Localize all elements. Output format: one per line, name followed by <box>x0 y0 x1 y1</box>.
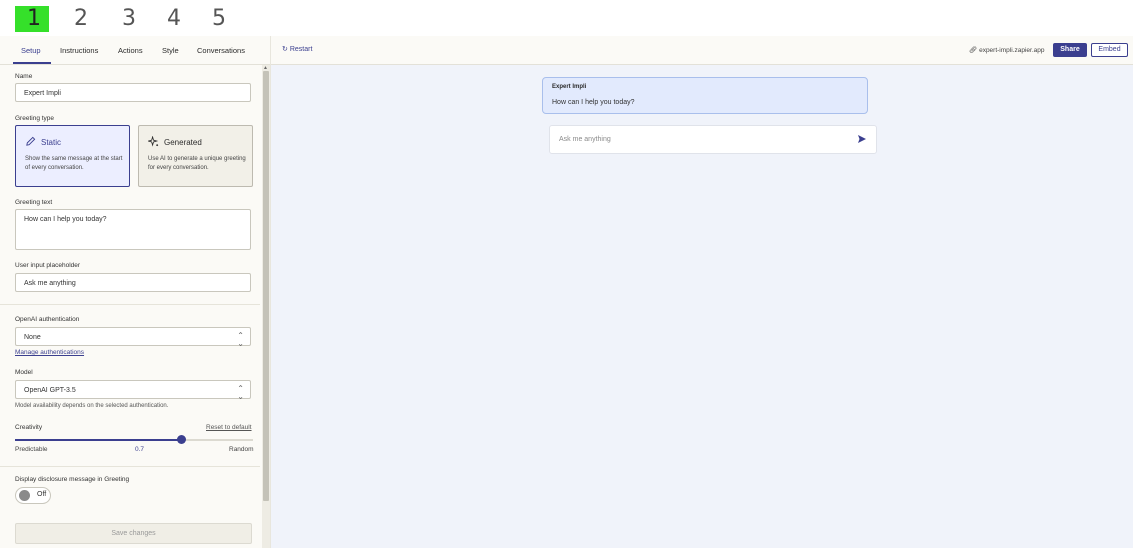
greeting-type-label: Greeting type <box>15 115 55 122</box>
share-button[interactable]: Share <box>1053 43 1087 57</box>
greeting-text-label: Greeting text <box>15 199 53 206</box>
pencil-icon <box>26 136 36 146</box>
model-hint: Model availability depends on the select… <box>15 403 169 409</box>
step-4[interactable]: 4 <box>167 6 181 32</box>
restart-button[interactable]: ↻ Restart <box>282 45 312 53</box>
static-card-title: Static <box>25 136 61 147</box>
greeting-text-area[interactable]: How can I help you today? <box>15 209 251 250</box>
disclosure-toggle[interactable]: Off <box>15 487 51 504</box>
tab-conversations[interactable]: Conversations <box>197 46 245 55</box>
tab-style[interactable]: Style <box>162 46 179 55</box>
disclosure-label: Display disclosure message in Greeting <box>15 476 130 483</box>
section-divider <box>0 304 260 305</box>
auth-select-value: None <box>24 334 41 341</box>
select-arrows-icon: ⌃ ⌄ <box>237 384 244 401</box>
creativity-max-label: Random <box>229 446 254 453</box>
step-2[interactable]: 2 <box>74 6 88 32</box>
preview-pane: ↻ Restart 🔗︎ expert-impli.zapier.app Sha… <box>271 36 1133 548</box>
chat-input[interactable]: Ask me anything <box>549 125 877 154</box>
chat-input-placeholder: Ask me anything <box>559 136 611 143</box>
creativity-value: 0.7 <box>135 446 145 453</box>
model-select[interactable]: OpenAI GPT-3.5 ⌃ ⌄ <box>15 380 251 401</box>
generated-title: Generated <box>164 138 202 147</box>
auth-select[interactable]: None ⌃ ⌄ <box>15 327 251 348</box>
share-url[interactable]: 🔗︎ expert-impli.zapier.app <box>969 46 1044 54</box>
settings-panel: Setup Instructions Actions Style Convers… <box>0 36 271 548</box>
share-url-text: expert-impli.zapier.app <box>979 47 1045 54</box>
model-select-value: OpenAI GPT-3.5 <box>24 387 76 394</box>
save-changes-button[interactable]: Save changes <box>15 523 252 544</box>
toggle-label: Off <box>37 491 47 498</box>
scrollbar[interactable]: ▲ <box>262 65 270 548</box>
step-3[interactable]: 3 <box>122 6 136 32</box>
active-tab-indicator <box>13 62 51 64</box>
auth-label: OpenAI authentication <box>15 316 80 323</box>
step-indicator: 1 2 3 4 5 <box>0 0 1133 36</box>
link-icon: 🔗︎ <box>969 47 978 54</box>
name-input[interactable]: Expert Impli <box>15 83 251 102</box>
restart-icon: ↻ <box>282 46 288 53</box>
static-card-desc: Show the same message at the start of ev… <box>25 156 123 171</box>
bot-name: Expert Impli <box>552 84 587 90</box>
greeting-message: How can I help you today? <box>552 99 635 106</box>
manage-auth-link[interactable]: Manage authentications <box>15 349 84 356</box>
tab-instructions[interactable]: Instructions <box>60 46 98 55</box>
placeholder-input[interactable]: Ask me anything <box>15 273 251 292</box>
sparkle-icon <box>148 136 159 147</box>
placeholder-label: User input placeholder <box>15 262 81 269</box>
settings-tabs: Setup Instructions Actions Style Convers… <box>0 36 270 65</box>
select-arrows-icon: ⌃ ⌄ <box>237 331 244 348</box>
step-5[interactable]: 5 <box>212 6 226 32</box>
send-icon[interactable] <box>857 134 867 144</box>
toggle-knob <box>19 490 30 501</box>
generated-card-desc: Use AI to generate a unique greeting for… <box>148 156 246 171</box>
greeting-static-card[interactable]: Static Show the same message at the star… <box>15 125 130 187</box>
generated-card-title: Generated <box>148 136 202 147</box>
static-title: Static <box>41 138 62 147</box>
tab-setup[interactable]: Setup <box>21 46 41 55</box>
scroll-thumb[interactable] <box>263 71 269 501</box>
creativity-min-label: Predictable <box>15 446 48 453</box>
name-label: Name <box>15 73 33 80</box>
creativity-label: Creativity <box>15 424 43 431</box>
tab-actions[interactable]: Actions <box>118 46 143 55</box>
greeting-generated-card[interactable]: Generated Use AI to generate a unique gr… <box>138 125 253 187</box>
reset-default-link[interactable]: Reset to default <box>206 424 252 431</box>
restart-label: Restart <box>289 46 313 53</box>
step-1[interactable]: 1 <box>15 6 49 32</box>
model-label: Model <box>15 369 33 376</box>
embed-button[interactable]: Embed <box>1091 43 1128 57</box>
preview-toolbar: ↻ Restart 🔗︎ expert-impli.zapier.app Sha… <box>271 36 1133 65</box>
bot-greeting-bubble: Expert Impli How can I help you today? <box>542 77 868 114</box>
section-divider <box>0 466 260 467</box>
creativity-slider-fill <box>15 439 182 441</box>
